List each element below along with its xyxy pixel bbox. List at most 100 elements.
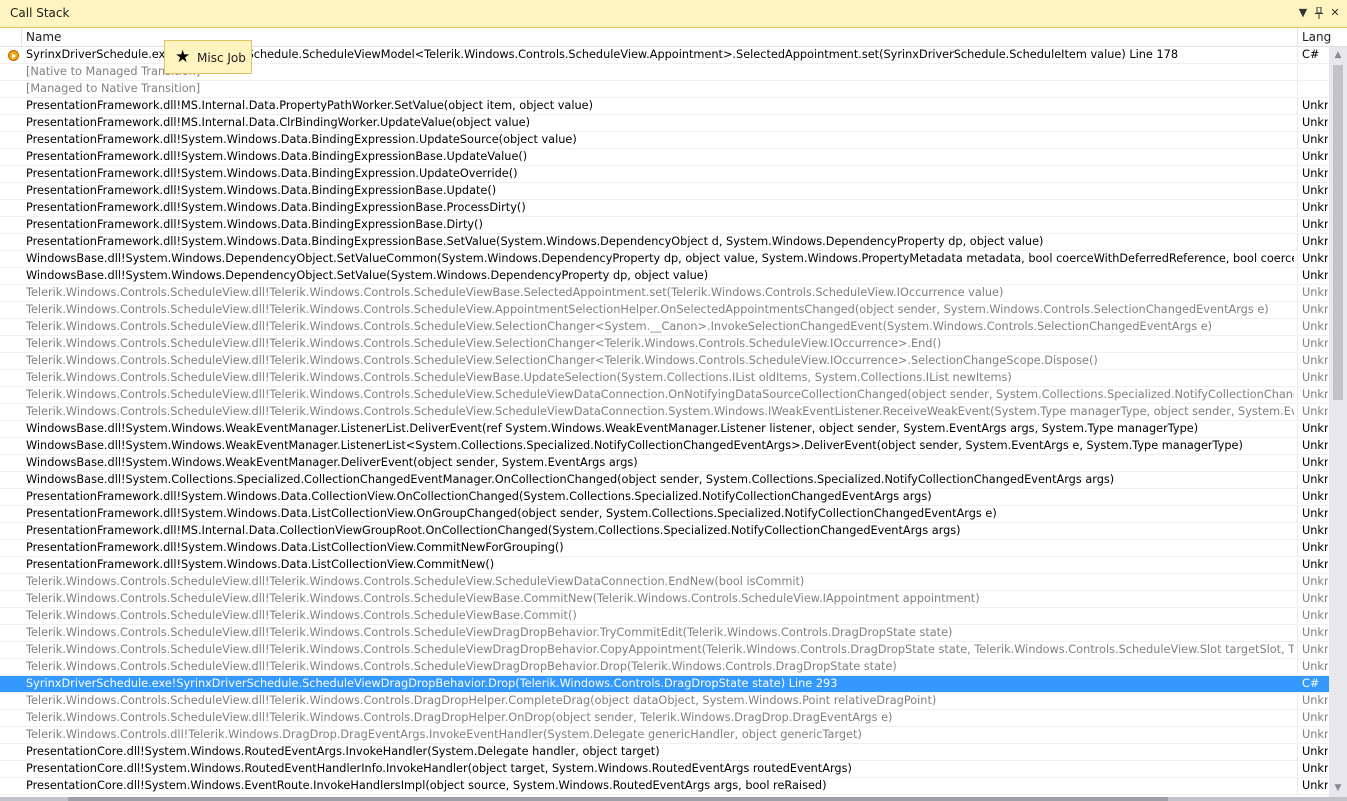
row-gutter — [0, 336, 21, 352]
call-stack-row[interactable]: Telerik.Windows.Controls.ScheduleView.dl… — [0, 710, 1329, 727]
frame-language: Unkn — [1302, 201, 1328, 214]
call-stack-row[interactable]: Telerik.Windows.Controls.ScheduleView.dl… — [0, 404, 1329, 421]
column-divider — [1297, 115, 1298, 131]
call-stack-row[interactable]: PresentationFramework.dll!System.Windows… — [0, 166, 1329, 183]
column-divider — [21, 28, 22, 46]
frame-name: PresentationFramework.dll!System.Windows… — [26, 541, 564, 554]
call-stack-row[interactable]: Telerik.Windows.Controls.ScheduleView.dl… — [0, 370, 1329, 387]
scrollbar-thumb[interactable] — [1333, 65, 1343, 400]
call-stack-row[interactable]: PresentationFramework.dll!System.Windows… — [0, 183, 1329, 200]
scroll-up-icon[interactable]: ▲ — [1329, 47, 1347, 64]
frame-language — [1302, 81, 1328, 97]
frame-name: PresentationFramework.dll!System.Windows… — [26, 133, 577, 146]
column-divider — [1297, 540, 1298, 556]
row-gutter — [0, 608, 21, 624]
column-divider — [1297, 319, 1298, 335]
frame-name: Telerik.Windows.Controls.ScheduleView.dl… — [26, 388, 1294, 401]
column-header-language[interactable]: Lang — [1302, 28, 1332, 46]
frame-language: Unkn — [1302, 269, 1328, 282]
frame-name: Telerik.Windows.Controls.ScheduleView.dl… — [26, 575, 805, 588]
call-stack-row[interactable]: Telerik.Windows.Controls.ScheduleView.dl… — [0, 625, 1329, 642]
call-stack-row[interactable]: WindowsBase.dll!System.Windows.WeakEvent… — [0, 421, 1329, 438]
call-stack-row[interactable]: WindowsBase.dll!System.Windows.Dependenc… — [0, 268, 1329, 285]
column-divider — [1297, 710, 1298, 726]
call-stack-row-selected[interactable]: SyrinxDriverSchedule.exe!SyrinxDriverSch… — [0, 676, 1329, 693]
frame-language: Unkn — [1302, 405, 1328, 418]
call-stack-row[interactable]: PresentationCore.dll!System.Windows.Rout… — [0, 744, 1329, 761]
row-gutter — [0, 472, 21, 488]
column-divider — [1297, 421, 1298, 437]
call-stack-row[interactable]: PresentationFramework.dll!System.Windows… — [0, 200, 1329, 217]
frame-language: Unkn — [1302, 439, 1328, 452]
row-gutter — [0, 302, 21, 318]
frame-language: Unkn — [1302, 320, 1328, 333]
column-divider — [1297, 506, 1298, 522]
call-stack-row[interactable]: WindowsBase.dll!System.Collections.Speci… — [0, 472, 1329, 489]
call-stack-row[interactable]: PresentationFramework.dll!System.Windows… — [0, 234, 1329, 251]
call-stack-row[interactable]: PresentationFramework.dll!System.Windows… — [0, 557, 1329, 574]
frame-name: Telerik.Windows.Controls.ScheduleView.dl… — [26, 643, 1294, 656]
horizontal-scrollbar-thumb[interactable] — [68, 797, 1168, 801]
frame-name: WindowsBase.dll!System.Windows.WeakEvent… — [26, 439, 1243, 452]
call-stack-row[interactable]: Telerik.Windows.Controls.dll!Telerik.Win… — [0, 727, 1329, 744]
column-divider — [1297, 353, 1298, 369]
column-divider — [1297, 608, 1298, 624]
pin-icon[interactable] — [1312, 6, 1326, 20]
call-stack-row[interactable]: Telerik.Windows.Controls.ScheduleView.dl… — [0, 319, 1329, 336]
call-stack-row[interactable]: Telerik.Windows.Controls.ScheduleView.dl… — [0, 574, 1329, 591]
call-stack-row[interactable]: PresentationFramework.dll!System.Windows… — [0, 132, 1329, 149]
row-gutter — [0, 506, 21, 522]
call-stack-row[interactable]: Telerik.Windows.Controls.ScheduleView.dl… — [0, 642, 1329, 659]
call-stack-row[interactable]: WindowsBase.dll!System.Windows.WeakEvent… — [0, 455, 1329, 472]
call-stack-row[interactable]: PresentationFramework.dll!MS.Internal.Da… — [0, 115, 1329, 132]
call-stack-row[interactable]: PresentationFramework.dll!System.Windows… — [0, 540, 1329, 557]
column-divider — [1297, 64, 1298, 80]
call-stack-row[interactable]: WindowsBase.dll!System.Windows.Dependenc… — [0, 251, 1329, 268]
column-divider — [1297, 659, 1298, 675]
column-divider[interactable] — [1297, 28, 1298, 46]
call-stack-row[interactable]: WindowsBase.dll!System.Windows.WeakEvent… — [0, 438, 1329, 455]
call-stack-row[interactable]: Telerik.Windows.Controls.ScheduleView.dl… — [0, 353, 1329, 370]
row-gutter — [0, 149, 21, 165]
call-stack-row[interactable]: PresentationFramework.dll!System.Windows… — [0, 217, 1329, 234]
call-stack-row[interactable]: Telerik.Windows.Controls.ScheduleView.dl… — [0, 608, 1329, 625]
call-stack-row[interactable]: PresentationFramework.dll!MS.Internal.Da… — [0, 523, 1329, 540]
scroll-down-icon[interactable]: ▼ — [1329, 780, 1347, 797]
frame-language: Unkn — [1302, 150, 1328, 163]
frame-language: Unkn — [1302, 728, 1328, 741]
call-stack-row[interactable]: PresentationFramework.dll!MS.Internal.Da… — [0, 98, 1329, 115]
frame-language: Unkn — [1302, 337, 1328, 350]
frame-name: PresentationFramework.dll!System.Windows… — [26, 201, 526, 214]
call-stack-row[interactable]: Telerik.Windows.Controls.ScheduleView.dl… — [0, 336, 1329, 353]
dropdown-icon[interactable]: ▼ — [1296, 6, 1310, 20]
call-stack-row[interactable]: [Managed to Native Transition] — [0, 81, 1329, 98]
frame-language: Unkn — [1302, 490, 1328, 503]
frame-language: Unkn — [1302, 524, 1328, 537]
call-stack-row[interactable]: PresentationCore.dll!System.Windows.Rout… — [0, 761, 1329, 778]
call-stack-row[interactable]: PresentationFramework.dll!System.Windows… — [0, 489, 1329, 506]
frame-language — [1302, 64, 1328, 80]
close-icon[interactable]: ✕ — [1328, 6, 1342, 20]
row-gutter — [0, 710, 21, 726]
frame-language: Unkn — [1302, 473, 1328, 486]
horizontal-scrollbar[interactable] — [0, 797, 1347, 801]
call-stack-row[interactable]: PresentationFramework.dll!System.Windows… — [0, 506, 1329, 523]
call-stack-row[interactable]: PresentationCore.dll!System.Windows.Even… — [0, 778, 1329, 795]
frame-name: [Managed to Native Transition] — [26, 82, 201, 95]
call-stack-row[interactable]: Telerik.Windows.Controls.ScheduleView.dl… — [0, 693, 1329, 710]
frame-name: PresentationFramework.dll!MS.Internal.Da… — [26, 524, 961, 537]
call-stack-row[interactable]: Telerik.Windows.Controls.ScheduleView.dl… — [0, 387, 1329, 404]
frame-language: C# — [1302, 48, 1320, 61]
call-stack-row[interactable]: Telerik.Windows.Controls.ScheduleView.dl… — [0, 659, 1329, 676]
column-divider — [1297, 183, 1298, 199]
call-stack-row[interactable]: PresentationFramework.dll!System.Windows… — [0, 149, 1329, 166]
call-stack-row[interactable]: Telerik.Windows.Controls.ScheduleView.dl… — [0, 302, 1329, 319]
current-frame-arrow-icon — [8, 50, 19, 61]
column-divider — [1297, 693, 1298, 709]
call-stack-row[interactable]: Telerik.Windows.Controls.ScheduleView.dl… — [0, 591, 1329, 608]
column-divider — [1297, 778, 1298, 794]
vertical-scrollbar[interactable]: ▲ ▼ — [1329, 47, 1347, 797]
frame-language: Unkn — [1302, 303, 1328, 316]
call-stack-row[interactable]: Telerik.Windows.Controls.ScheduleView.dl… — [0, 285, 1329, 302]
frame-language: Unkn — [1302, 286, 1328, 299]
